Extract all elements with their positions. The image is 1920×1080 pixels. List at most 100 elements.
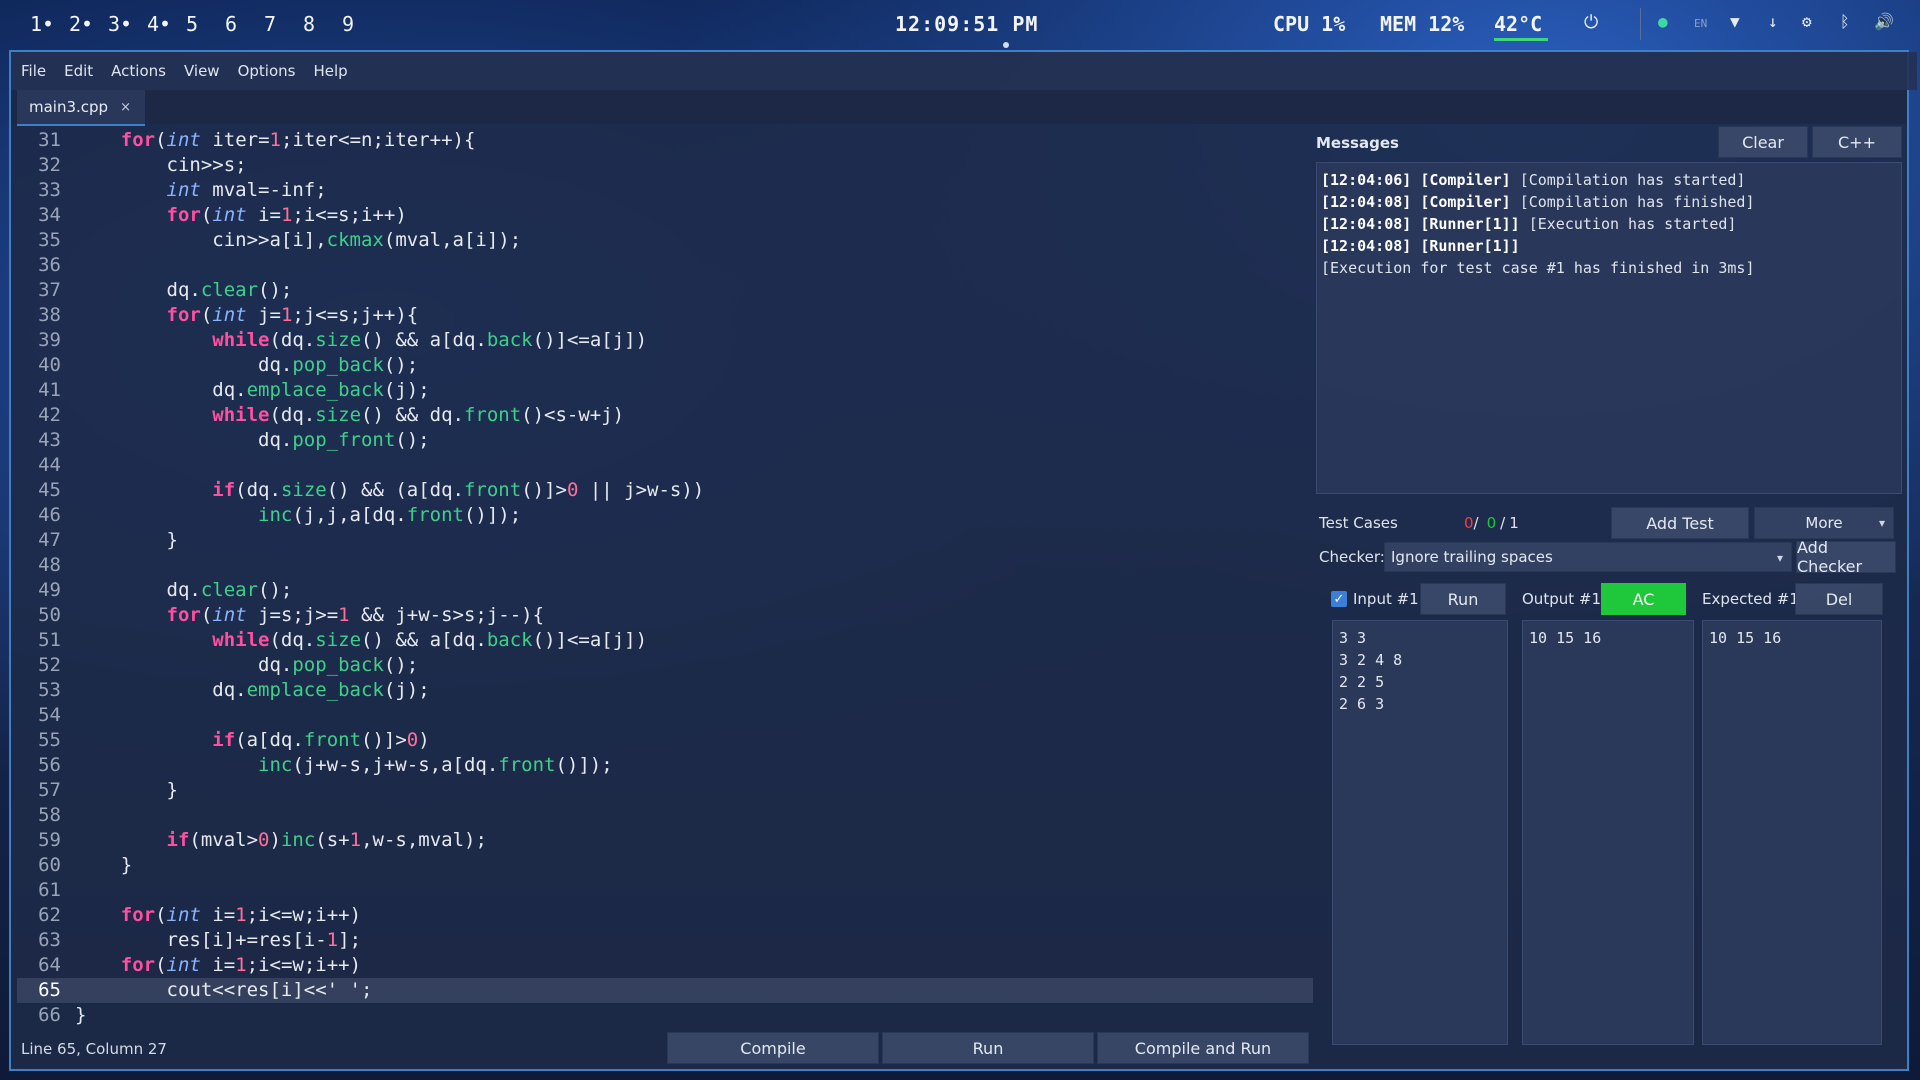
line-number: 42 — [38, 404, 61, 426]
line-number: 55 — [38, 729, 61, 751]
code-text: } — [75, 854, 133, 876]
input-enabled-checkbox[interactable]: ✓ — [1331, 591, 1347, 607]
code-line[interactable]: 60 } — [17, 853, 1313, 878]
code-line[interactable]: 56 inc(j+w-s,j+w-s,a[dq.front()]); — [17, 753, 1313, 778]
message-source: [Compiler] — [1420, 193, 1511, 211]
code-line[interactable]: 62 for(int i=1;i<=w;i++) — [17, 903, 1313, 928]
message-time: [12:04:08] — [1321, 215, 1412, 233]
code-line[interactable]: 51 while(dq.size() && a[dq.back()]<=a[j]… — [17, 628, 1313, 653]
code-line[interactable]: 31 for(int iter=1;iter<=n;iter++){ — [17, 128, 1313, 153]
workspace-9[interactable]: 9 — [342, 12, 381, 36]
tab-bar: main3.cpp × — [11, 90, 1907, 126]
code-text: for(int i=1;i<=w;i++) — [120, 904, 362, 926]
code-line[interactable]: 44 — [17, 453, 1313, 478]
network-globe-icon[interactable]: ● — [1658, 12, 1668, 31]
code-line[interactable]: 59 if(mval>0)inc(s+1,w-s,mval); — [17, 828, 1313, 853]
download-icon[interactable]: ↓ — [1768, 12, 1778, 31]
settings-icon[interactable]: ⚙ — [1802, 12, 1812, 31]
test-cases-label: Test Cases — [1319, 514, 1398, 532]
line-number: 61 — [38, 879, 61, 901]
language-button[interactable]: C++ — [1812, 126, 1902, 158]
code-line[interactable]: 46 inc(j,j,a[dq.front()]); — [17, 503, 1313, 528]
code-line[interactable]: 47 } — [17, 528, 1313, 553]
code-line[interactable]: 63 res[i]+=res[i-1]; — [17, 928, 1313, 953]
code-line[interactable]: 66} — [17, 1003, 1313, 1026]
code-line[interactable]: 40 dq.pop_back(); — [17, 353, 1313, 378]
menu-options[interactable]: Options — [238, 62, 296, 80]
checker-select[interactable]: Ignore trailing spaces ▾ — [1384, 542, 1792, 572]
workspace-2[interactable]: 2• — [69, 12, 108, 36]
code-line[interactable]: 55 if(a[dq.front()]>0) — [17, 728, 1313, 753]
wifi-icon[interactable]: ▼ — [1730, 12, 1740, 31]
code-line[interactable]: 49 dq.clear(); — [17, 578, 1313, 603]
menu-view[interactable]: View — [184, 62, 220, 80]
run-test-button[interactable]: Run — [1420, 583, 1506, 615]
workspace-6[interactable]: 6 — [225, 12, 264, 36]
code-text: for(int i=1;i<=w;i++) — [120, 954, 362, 976]
menu-file[interactable]: File — [21, 62, 46, 80]
input-textarea[interactable]: 3 3 3 2 4 8 2 2 5 2 6 3 — [1332, 620, 1508, 1045]
clear-messages-button[interactable]: Clear — [1718, 126, 1808, 158]
add-test-button[interactable]: Add Test — [1611, 507, 1749, 539]
code-line[interactable]: 64 for(int i=1;i<=w;i++) — [17, 953, 1313, 978]
workspace-switcher[interactable]: 1• 2• 3• 4• 5 6 7 8 9 — [30, 12, 381, 36]
code-line[interactable]: 36 — [17, 253, 1313, 278]
code-text: } — [75, 529, 178, 551]
menu-edit[interactable]: Edit — [64, 62, 93, 80]
bluetooth-icon[interactable]: ᛒ — [1840, 12, 1850, 31]
power-icon[interactable]: ⏻ — [1584, 12, 1598, 33]
close-tab-icon[interactable]: × — [120, 100, 131, 115]
menu-help[interactable]: Help — [313, 62, 347, 80]
code-line[interactable]: 65 cout<<res[i]<<' '; — [17, 978, 1313, 1003]
code-line[interactable]: 33 int mval=-inf; — [17, 178, 1313, 203]
delete-test-button[interactable]: Del — [1795, 583, 1883, 615]
code-line[interactable]: 37 dq.clear(); — [17, 278, 1313, 303]
message-entry: [12:04:08] [Runner[1]] — [1321, 235, 1897, 257]
workspace-3[interactable]: 3• — [108, 12, 147, 36]
code-line[interactable]: 58 — [17, 803, 1313, 828]
passed-count: 0 — [1486, 514, 1497, 532]
code-text: dq.pop_back(); — [75, 354, 419, 376]
message-text: [Compilation has started] — [1519, 171, 1746, 189]
run-button[interactable]: Run — [882, 1032, 1094, 1064]
workspace-8[interactable]: 8 — [303, 12, 342, 36]
volume-icon[interactable]: 🔊 — [1874, 12, 1894, 31]
workspace-4[interactable]: 4• — [147, 12, 186, 36]
code-line[interactable]: 32 cin>>s; — [17, 153, 1313, 178]
message-text: [Execution has started] — [1528, 215, 1737, 233]
workspace-1[interactable]: 1• — [30, 12, 69, 36]
chevron-down-icon: ▾ — [1776, 551, 1783, 565]
menu-actions[interactable]: Actions — [111, 62, 166, 80]
code-line[interactable]: 48 — [17, 553, 1313, 578]
code-line[interactable]: 35 cin>>a[i],ckmax(mval,a[i]); — [17, 228, 1313, 253]
compile-and-run-button[interactable]: Compile and Run — [1097, 1032, 1309, 1064]
code-text: while(dq.size() && a[dq.back()]<=a[j]) — [212, 629, 648, 651]
line-number: 34 — [38, 204, 61, 226]
line-number: 52 — [38, 654, 61, 676]
code-line[interactable]: 34 for(int i=1;i<=s;i++) — [17, 203, 1313, 228]
keyboard-layout-icon[interactable]: EN — [1694, 17, 1707, 30]
add-checker-button[interactable]: Add Checker — [1796, 538, 1896, 576]
code-line[interactable]: 42 while(dq.size() && dq.front()<s-w+j) — [17, 403, 1313, 428]
code-editor[interactable]: 31 for(int iter=1;iter<=n;iter++){32 cin… — [17, 126, 1317, 1026]
compile-button[interactable]: Compile — [667, 1032, 879, 1064]
code-line[interactable]: 45 if(dq.size() && (a[dq.front()]>0 || j… — [17, 478, 1313, 503]
code-line[interactable]: 38 for(int j=1;j<=s;j++){ — [17, 303, 1313, 328]
code-line[interactable]: 52 dq.pop_back(); — [17, 653, 1313, 678]
tab-main3-cpp[interactable]: main3.cpp × — [17, 90, 145, 126]
output-textarea[interactable]: 10 15 16 — [1522, 620, 1694, 1045]
code-line[interactable]: 41 dq.emplace_back(j); — [17, 378, 1313, 403]
text-line: 2 2 5 — [1339, 673, 1385, 691]
workspace-5[interactable]: 5 — [186, 12, 225, 36]
code-line[interactable]: 57 } — [17, 778, 1313, 803]
expected-textarea[interactable]: 10 15 16 — [1702, 620, 1882, 1045]
code-line[interactable]: 43 dq.pop_front(); — [17, 428, 1313, 453]
more-dropdown[interactable]: More ▾ — [1754, 507, 1894, 539]
code-line[interactable]: 39 while(dq.size() && a[dq.back()]<=a[j]… — [17, 328, 1313, 353]
workspace-7[interactable]: 7 — [264, 12, 303, 36]
code-line[interactable]: 54 — [17, 703, 1313, 728]
code-text: inc(j+w-s,j+w-s,a[dq.front()]); — [258, 754, 613, 776]
code-line[interactable]: 50 for(int j=s;j>=1 && j+w-s>s;j--){ — [17, 603, 1313, 628]
code-line[interactable]: 53 dq.emplace_back(j); — [17, 678, 1313, 703]
code-line[interactable]: 61 — [17, 878, 1313, 903]
